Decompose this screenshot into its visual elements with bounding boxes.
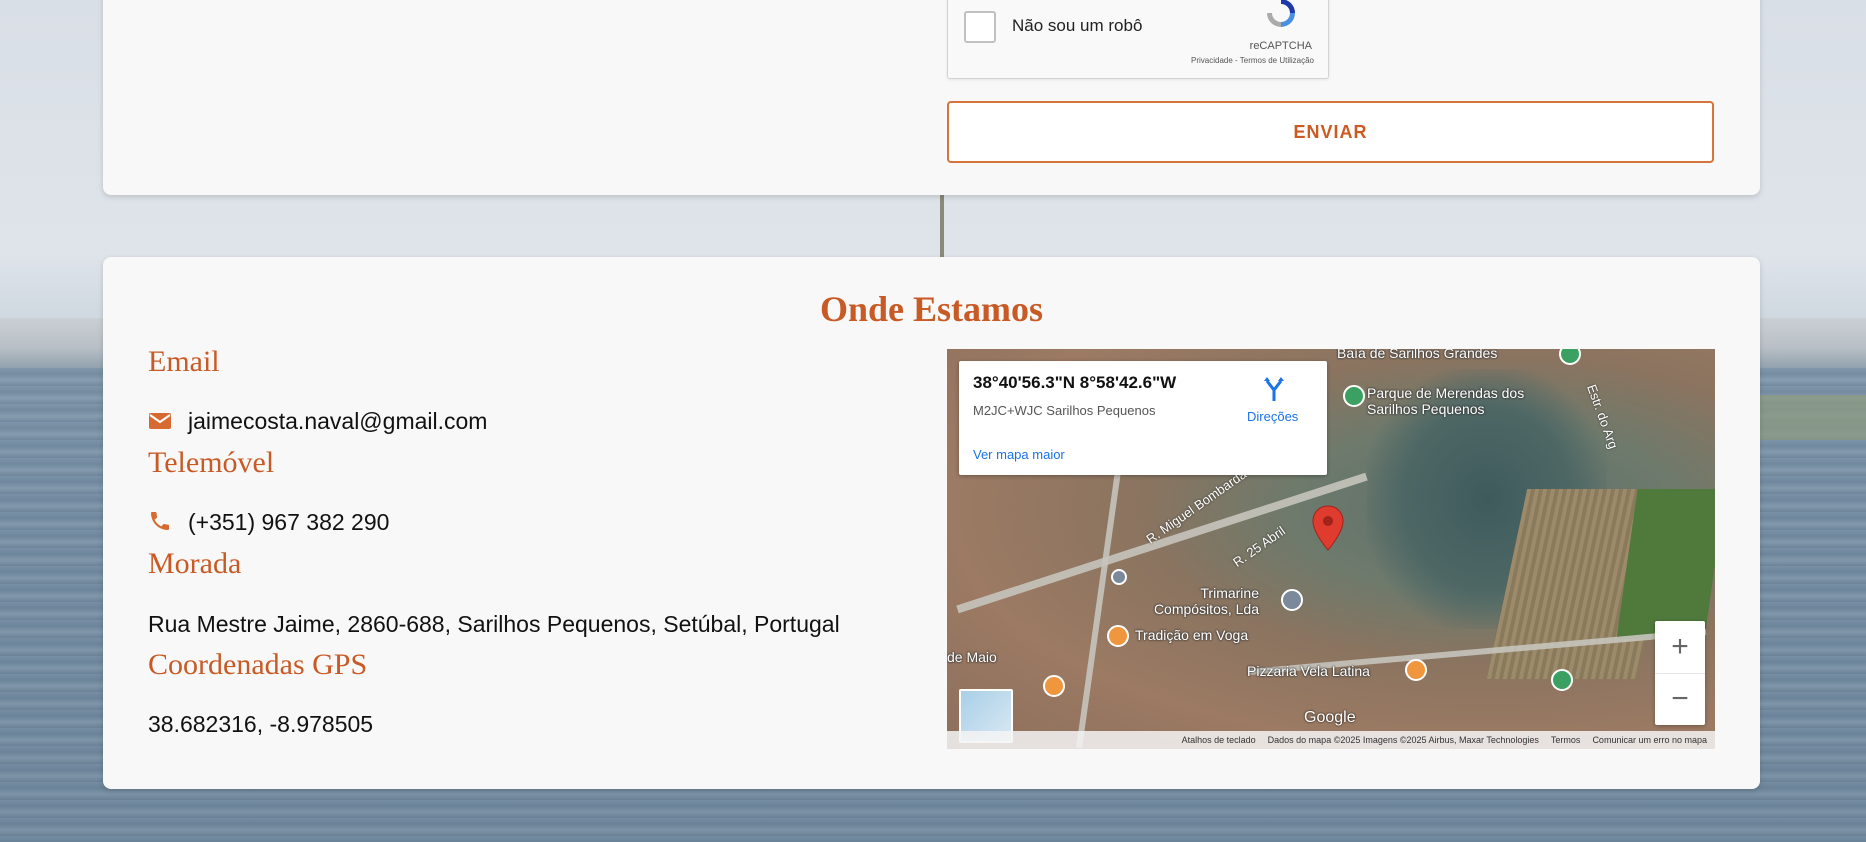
- map-label-trimarine: Trimarine Compósitos, Lda: [1153, 585, 1259, 617]
- background-green-field: [1760, 395, 1866, 440]
- zoom-in-button[interactable]: +: [1655, 621, 1705, 674]
- map-pin-icon[interactable]: [1311, 505, 1345, 551]
- restaurant-icon[interactable]: [1043, 675, 1065, 697]
- directions-link[interactable]: Direções: [1247, 409, 1298, 424]
- map-label-pizzaria: Pizzaria Vela Latina: [1247, 663, 1370, 679]
- section-title: Onde Estamos: [819, 289, 1044, 329]
- phone-icon: [151, 512, 169, 530]
- envelope-icon: [149, 413, 171, 429]
- recaptcha-logo-icon: [1267, 0, 1295, 27]
- map-footer-report[interactable]: Comunicar um erro no mapa: [1592, 735, 1707, 745]
- gps-value: 38.682316, -8.978505: [148, 711, 374, 737]
- map-label-road-25abril: R. 25 Abril: [1230, 523, 1288, 570]
- address-value: Rua Mestre Jaime, 2860-688, Sarilhos Peq…: [148, 611, 840, 637]
- map-footer: Atalhos de teclado Dados do mapa ©2025 I…: [947, 731, 1715, 749]
- business-icon[interactable]: [1281, 589, 1303, 611]
- address-label: Morada: [148, 547, 242, 580]
- transit-icon[interactable]: [1111, 569, 1127, 585]
- embedded-map[interactable]: Baía de Sarilhos Grandes Parque de Meren…: [947, 349, 1715, 749]
- map-info-pluscode: M2JC+WJC Sarilhos Pequenos: [973, 403, 1156, 418]
- email-label: Email: [148, 345, 220, 378]
- contact-form-card: [103, 0, 1760, 195]
- phone-label: Telemóvel: [148, 446, 275, 479]
- recaptcha-checkbox[interactable]: [964, 11, 996, 43]
- email-value[interactable]: jaimecosta.naval@gmail.com: [188, 408, 487, 435]
- phone-value[interactable]: (+351) 967 382 290: [188, 509, 389, 536]
- zoom-control: + −: [1655, 621, 1705, 725]
- park-icon[interactable]: [1559, 349, 1581, 365]
- recaptcha-brand: reCAPTCHA: [1249, 40, 1312, 52]
- map-info-coords: 38°40'56.3"N 8°58'42.6"W: [973, 373, 1177, 392]
- map-label-park: Parque de Merendas dos Sarilhos Pequenos: [1367, 385, 1525, 417]
- submit-button[interactable]: ENVIAR: [947, 101, 1714, 163]
- recaptcha-widget: Não sou um robô reCAPTCHA Privacidade - …: [947, 0, 1329, 79]
- map-label-bay: Baía de Sarilhos Grandes: [1337, 349, 1498, 361]
- map-info-card: 38°40'56.3"N 8°58'42.6"W M2JC+WJC Sarilh…: [959, 361, 1327, 475]
- park-icon[interactable]: [1551, 669, 1573, 691]
- zoom-out-button[interactable]: −: [1655, 673, 1705, 725]
- map-label-tradicao: Tradição em Voga: [1135, 627, 1249, 643]
- map-footer-terms[interactable]: Termos: [1551, 735, 1581, 745]
- recaptcha-label: Não sou um robô: [1012, 16, 1143, 35]
- gps-label: Coordenadas GPS: [148, 648, 368, 681]
- directions-icon[interactable]: [1261, 377, 1287, 403]
- recaptcha-terms-link[interactable]: Privacidade - Termos de Utilização: [1191, 56, 1314, 65]
- map-footer-shortcuts[interactable]: Atalhos de teclado: [1182, 735, 1256, 745]
- larger-map-link[interactable]: Ver mapa maior: [973, 447, 1065, 462]
- map-label-de-maio: de Maio: [947, 649, 997, 665]
- restaurant-icon[interactable]: [1107, 625, 1129, 647]
- park-icon[interactable]: [1343, 385, 1365, 407]
- map-road: [1076, 450, 1124, 748]
- restaurant-icon[interactable]: [1405, 659, 1427, 681]
- map-footer-data: Dados do mapa ©2025 Imagens ©2025 Airbus…: [1267, 735, 1539, 745]
- google-logo: Google: [1304, 709, 1356, 726]
